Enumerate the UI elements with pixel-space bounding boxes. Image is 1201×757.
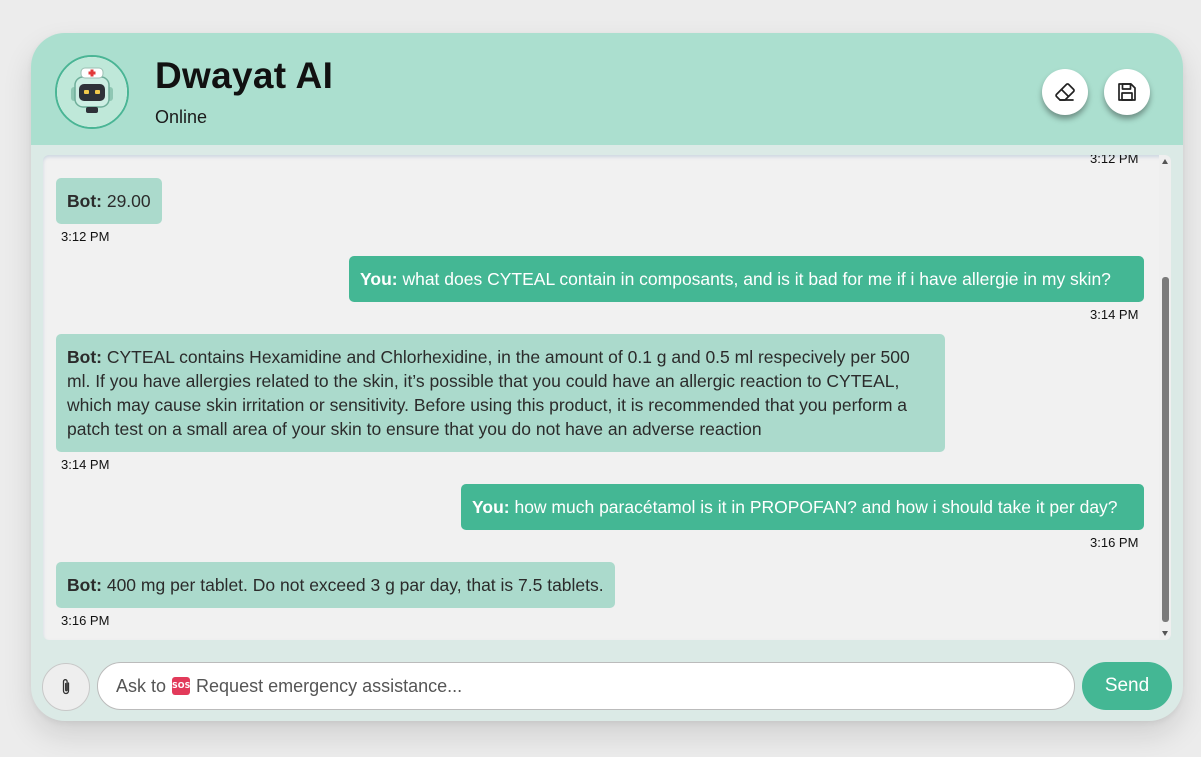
eraser-icon xyxy=(1055,83,1075,101)
message-time: 3:14 PM xyxy=(1090,307,1139,322)
placeholder-prefix: Ask to xyxy=(116,675,167,696)
app-title: Dwayat AI xyxy=(155,55,334,96)
scrollbar-thumb[interactable] xyxy=(1162,277,1169,622)
scroll-up-arrow-icon[interactable] xyxy=(1162,159,1168,164)
message-text: 29.00 xyxy=(101,191,151,211)
bot-message: Bot: 400 mg per tablet. Do not exceed 3 … xyxy=(56,562,615,608)
message-time: 3:12 PM xyxy=(1090,155,1139,166)
message-time: 3:16 PM xyxy=(1090,535,1139,550)
clear-chat-button[interactable] xyxy=(1042,69,1088,115)
robot-nurse-icon xyxy=(57,57,127,127)
chat-window: Dwayat AI Online 3:12 PM Bot: 29.00 3:12… xyxy=(31,33,1183,721)
speaker-label: You: xyxy=(360,269,398,289)
message-text: how much paracétamol is it in PROPOFAN? … xyxy=(509,497,1118,517)
chat-scrollbar[interactable] xyxy=(1159,155,1171,640)
online-status: Online xyxy=(155,107,208,127)
bot-message: Bot: CYTEAL contains Hexamidine and Chlo… xyxy=(56,334,945,452)
bot-message: Bot: 29.00 xyxy=(56,178,162,224)
speaker-label: Bot: xyxy=(67,575,102,595)
speaker-label: Bot: xyxy=(67,347,102,367)
message-time: 3:12 PM xyxy=(61,229,110,244)
speaker-label: You: xyxy=(472,497,510,517)
chat-log: 3:12 PM Bot: 29.00 3:12 PM You: what doe… xyxy=(43,155,1171,640)
paperclip-icon xyxy=(62,679,70,695)
speaker-label: Bot: xyxy=(67,191,102,211)
chat-header: Dwayat AI Online xyxy=(31,33,1183,145)
user-message: You: what does CYTEAL contain in composa… xyxy=(349,256,1144,302)
bot-avatar xyxy=(55,55,129,129)
user-message: You: how much paracétamol is it in PROPO… xyxy=(461,484,1144,530)
message-text: what does CYTEAL contain in composants, … xyxy=(397,269,1111,289)
attach-button[interactable] xyxy=(42,663,90,711)
message-input[interactable]: Ask to SOS Request emergency assistance.… xyxy=(97,662,1075,710)
send-button[interactable]: Send xyxy=(1082,662,1172,710)
message-time: 3:16 PM xyxy=(61,613,110,628)
placeholder-text: Request emergency assistance... xyxy=(196,675,463,696)
sos-icon: SOS xyxy=(172,677,190,695)
save-chat-button[interactable] xyxy=(1104,69,1150,115)
scroll-down-arrow-icon[interactable] xyxy=(1162,631,1168,636)
floppy-disk-icon xyxy=(1118,83,1136,101)
message-time: 3:14 PM xyxy=(61,457,110,472)
message-text: CYTEAL contains Hexamidine and Chlorhexi… xyxy=(67,347,910,439)
chat-messages: 3:12 PM Bot: 29.00 3:12 PM You: what doe… xyxy=(43,155,1159,640)
message-text: 400 mg per tablet. Do not exceed 3 g par… xyxy=(101,575,604,595)
